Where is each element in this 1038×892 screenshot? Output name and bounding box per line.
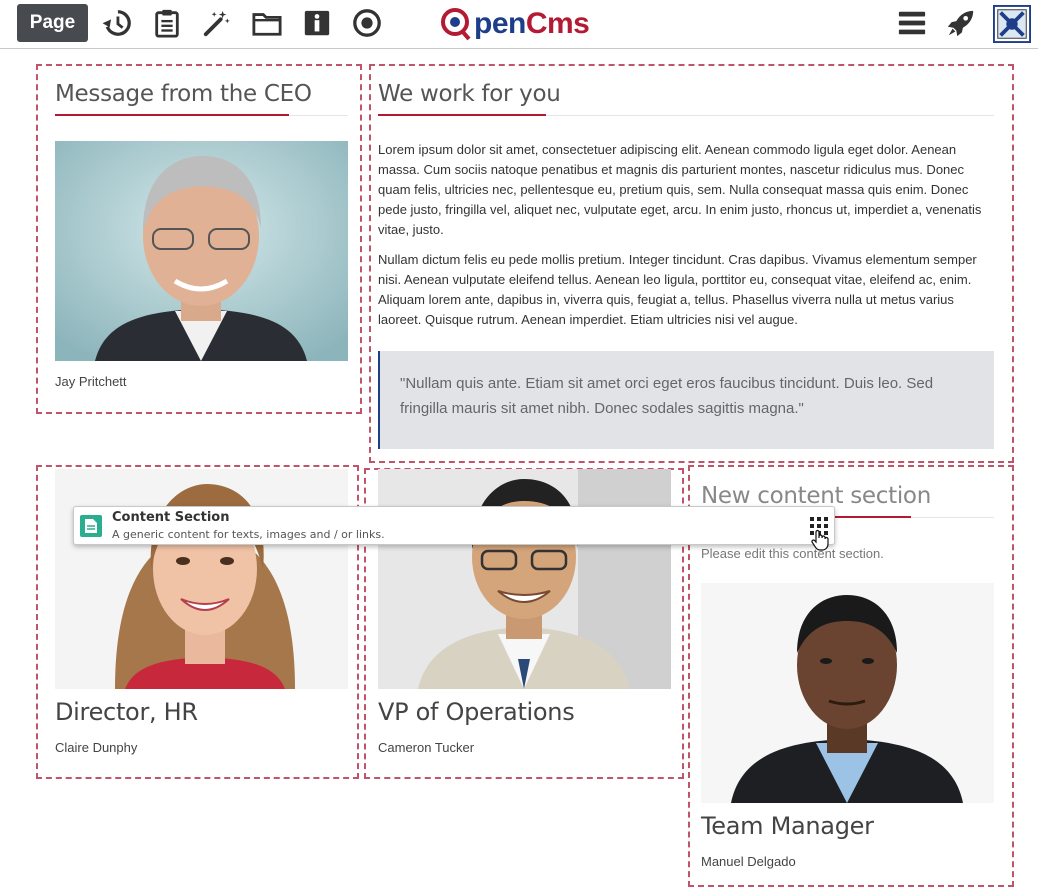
magic-wand-icon[interactable] [201,7,233,39]
team-role-ops: VP of Operations [378,698,575,726]
team-name-hr: Claire Dunphy [55,740,138,755]
team-photo-ops [378,469,671,689]
ceo-title-rule [289,115,348,116]
work-title-underline [378,114,546,116]
team-photo-hr [55,469,348,689]
new-section-title-rule [911,517,994,518]
clipboard-icon[interactable] [151,7,183,39]
menu-icon[interactable] [896,7,928,39]
ceo-title-underline [55,114,289,116]
toolbar: Page penCms [0,0,1038,49]
drag-item-title: Content Section [112,510,230,525]
work-paragraph-1: Lorem ipsum dolor sit amet, consectetuer… [378,142,982,237]
ceo-title: Message from the CEO [55,81,312,107]
logo-cms: Cms [525,7,590,40]
hand-cursor-icon [811,529,829,551]
page-button[interactable]: Page [17,4,88,42]
opencms-logo-mark [441,8,471,41]
info-icon[interactable] [301,7,333,39]
team-photo-manager [701,583,994,803]
drag-item-description: A generic content for texts, images and … [112,528,385,541]
team-role-hr: Director, HR [55,698,198,726]
team-name-ops: Cameron Tucker [378,740,475,755]
work-paragraph-2: Nullam dictum felis eu pede mollis preti… [378,252,977,327]
team-name-manager: Manuel Delgado [701,854,796,869]
document-icon [80,515,102,537]
ceo-name: Jay Pritchett [55,374,127,389]
opencms-logo-text: penCms [474,7,590,41]
team-role-manager: Team Manager [701,812,874,840]
target-icon[interactable] [351,7,383,39]
publish-icon[interactable] [992,4,1032,44]
folder-icon[interactable] [251,7,283,39]
new-section-placeholder: Please edit this content section. [701,546,884,561]
ceo-photo [55,141,348,361]
logo-pen: pen [474,7,526,40]
history-icon[interactable] [101,7,133,39]
work-quote: "Nullam quis ante. Etiam sit amet orci e… [378,351,994,449]
drag-content-section[interactable]: Content Section A generic content for te… [73,506,835,545]
rocket-icon[interactable] [945,7,977,39]
work-title: We work for you [378,81,561,107]
opencms-logo: penCms [440,5,590,43]
work-title-rule [546,115,994,116]
